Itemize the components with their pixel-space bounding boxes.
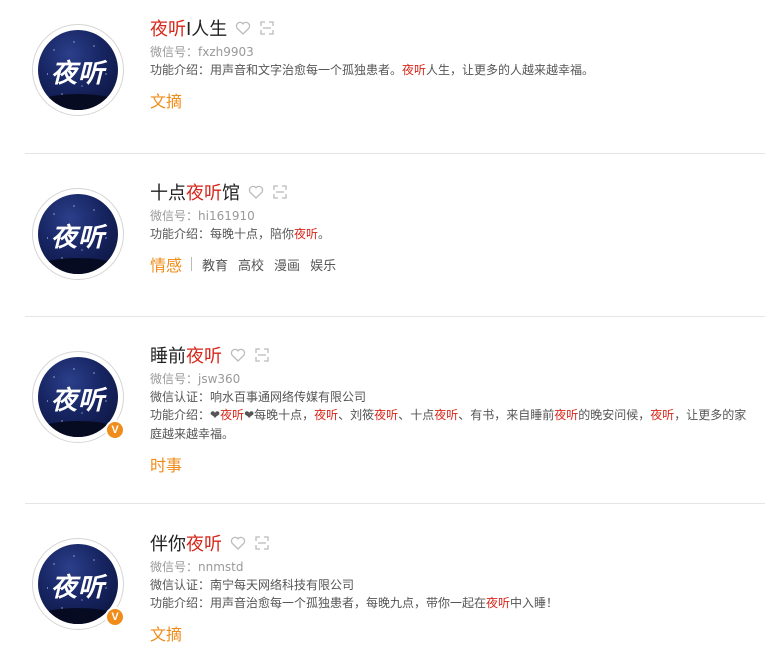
certification: 微信认证：南宁每天网络科技有限公司 [150,578,355,592]
avatar[interactable]: 夜听 V [32,538,125,630]
divider [25,153,765,154]
avatar[interactable]: 夜听 [32,24,124,116]
text-segment: 、刘筱 [338,408,375,422]
highlight-keyword: 夜听 [650,408,675,422]
avatar-logo-text: 夜听 [50,386,105,416]
text-segment: 睡前 [150,346,186,367]
highlight-keyword: 夜听 [294,227,319,241]
text-segment: 的晚安问候， [578,408,651,422]
tag-separator [191,257,193,271]
text-segment: 人生，让更多的人越来越幸福。 [426,63,595,77]
text-segment: 功能介绍：用声音治愈每一个孤独患者，每晚九点，带你一起在 [150,596,487,610]
highlight-keyword: 夜听 [186,346,222,367]
highlight-keyword: 夜听 [314,408,339,422]
highlight-keyword: 夜听 [402,63,427,77]
highlight-keyword: 夜听 [186,534,222,555]
text-segment: ❤每晚十点， [244,408,315,422]
text-segment: 。 [318,227,331,241]
tag-row: 情感 教育 高校 漫画 娱乐 [150,252,750,276]
wechat-id: 微信号：hi161910 [150,209,255,223]
heart-icon[interactable] [235,20,251,36]
text-segment: 功能介绍：❤ [150,408,221,422]
heart-icon[interactable] [230,535,246,551]
tag-primary[interactable]: 文摘 [150,621,182,645]
qr-code-icon[interactable] [259,20,275,36]
tag-primary[interactable]: 时事 [150,452,182,476]
intro-text: 功能介绍：❤夜听❤每晚十点，夜听、刘筱夜听、十点夜听、有书，来自睡前夜听的晚安问… [150,406,750,444]
text-segment: 功能介绍：用声音和文字治愈每一个孤独患者。 [150,63,403,77]
text-segment: 、十点 [398,408,435,422]
heart-icon[interactable] [230,347,246,363]
text-segment: 伴你 [150,534,186,555]
tag-row: 文摘 [150,621,750,645]
divider [25,316,765,317]
qr-code-icon[interactable] [254,347,270,363]
tag-row: 时事 [150,452,750,476]
wechat-id: 微信号：nnmstd [150,560,244,574]
qr-code-icon[interactable] [272,184,288,200]
verified-badge: V [105,420,125,440]
highlight-keyword: 夜听 [554,408,579,422]
highlight-keyword: 夜听 [486,596,511,610]
qr-code-icon[interactable] [254,535,270,551]
account-name[interactable]: 十点夜听馆 [150,179,240,205]
highlight-keyword: 夜听 [220,408,245,422]
text-segment: I人生 [186,19,228,40]
tag[interactable]: 娱乐 [310,255,336,274]
avatar[interactable]: 夜听 V [32,351,125,443]
avatar-logo-text: 夜听 [50,223,105,253]
intro-text: 功能介绍：用声音治愈每一个孤独患者，每晚九点，带你一起在夜听中入睡！ [150,594,750,613]
account-name[interactable]: 夜听I人生 [150,15,227,41]
wechat-id: 微信号：jsw360 [150,372,241,386]
highlight-keyword: 夜听 [150,19,186,40]
text-segment: 中入睡！ [510,596,559,610]
text-segment: 馆 [222,183,240,204]
highlight-keyword: 夜听 [186,183,222,204]
tag-row: 文摘 [150,88,750,112]
intro-text: 功能介绍：每晚十点，陪你夜听。 [150,225,750,244]
certification: 微信认证：响水百事通网络传媒有限公司 [150,390,367,404]
account-name[interactable]: 睡前夜听 [150,342,222,368]
avatar[interactable]: 夜听 [32,188,124,280]
divider [25,503,765,504]
highlight-keyword: 夜听 [434,408,459,422]
avatar-logo-text: 夜听 [50,59,105,89]
highlight-keyword: 夜听 [374,408,399,422]
heart-icon[interactable] [248,184,264,200]
tag-primary[interactable]: 文摘 [150,88,182,112]
account-name[interactable]: 伴你夜听 [150,530,222,556]
tag[interactable]: 漫画 [274,255,300,274]
tag[interactable]: 教育 [202,255,228,274]
text-segment: 、有书，来自睡前 [458,408,555,422]
tag-primary[interactable]: 情感 [150,252,182,276]
verified-badge: V [105,607,125,627]
avatar-logo-text: 夜听 [50,573,105,603]
text-segment: 功能介绍：每晚十点，陪你 [150,227,295,241]
tag[interactable]: 高校 [238,255,264,274]
wechat-id: 微信号：fxzh9903 [150,45,254,59]
intro-text: 功能介绍：用声音和文字治愈每一个孤独患者。夜听人生，让更多的人越来越幸福。 [150,61,750,80]
text-segment: 十点 [150,183,186,204]
